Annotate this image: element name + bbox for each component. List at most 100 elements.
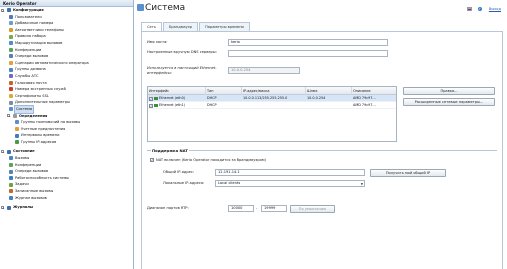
sidebar-item-icon	[9, 67, 13, 72]
sidebar-item[interactable]: Пользователи	[0, 14, 133, 21]
cell-type: DHCP	[207, 96, 217, 100]
sidebar-item-label: Группы IP-адресов	[21, 139, 57, 144]
hostname-input[interactable]: kerio	[228, 39, 388, 46]
network-card-icon	[154, 96, 158, 100]
sidebar-item[interactable]: Дополнительные параметры	[0, 99, 133, 106]
sidebar-item-icon	[9, 28, 13, 33]
sidebar-item-icon	[9, 34, 13, 39]
language-flag-icon[interactable]	[466, 7, 472, 11]
collapse-icon[interactable]: −	[1, 8, 5, 12]
public-ip-input[interactable]: 12.191.14.1	[215, 169, 365, 176]
sidebar-item-label: Дополнительные параметры	[15, 100, 70, 105]
sidebar-item[interactable]: Сценарии автоматического оператора	[0, 60, 133, 67]
sidebar-item[interactable]: Конференции	[0, 162, 133, 169]
sidebar-item[interactable]: Записанные вызовы	[0, 188, 133, 195]
sidebar-item-label: Службы АТС	[15, 73, 39, 78]
sidebar-item[interactable]: Учетные предпочтения	[0, 126, 133, 133]
interface-input[interactable]: 10.0.0.254	[228, 67, 300, 74]
sidebar-item-label: Работоспособность системы	[15, 175, 70, 180]
sidebar-item[interactable]: Службы АТС	[0, 73, 133, 80]
column-header-gateway[interactable]: Шлюз	[306, 87, 352, 95]
sidebar-item-icon	[9, 156, 13, 161]
nat-enabled-checkbox[interactable]: ✓	[150, 158, 154, 162]
get-public-ip-button[interactable]: Получить мой общий IP	[370, 168, 446, 177]
sidebar-item-label: Система	[13, 104, 35, 114]
sidebar-item[interactable]: Очереди вызовов	[0, 168, 133, 175]
sidebar-item-label: Конфигурация	[13, 8, 44, 12]
sidebar-item[interactable]: Конференции	[0, 47, 133, 54]
sidebar-item[interactable]: Правила набора	[0, 33, 133, 40]
advanced-network-button[interactable]: Расширенные сетевые параметры...	[403, 98, 495, 106]
sidebar-group[interactable]: − Конфигурация	[0, 7, 133, 14]
sidebar-item[interactable]: Сертификаты SSL	[0, 93, 133, 100]
sidebar-item[interactable]: Автоответчики телефоны	[0, 27, 133, 34]
sidebar-item-label: Конференции	[15, 47, 42, 52]
row-checkbox[interactable]: ✓	[149, 103, 153, 108]
sidebar-item[interactable]: Голосовая почта	[0, 80, 133, 87]
cell-gateway: 10.0.0.254	[307, 96, 326, 100]
row-checkbox[interactable]: ✓	[149, 96, 153, 101]
sidebar-item-label: Добавочные номера	[15, 21, 54, 26]
sidebar-item-icon	[7, 8, 11, 13]
nat-legend: Поддержка NAT	[151, 148, 189, 153]
collapse-icon[interactable]: −	[1, 150, 5, 154]
column-header-ip[interactable]: IP-адрес/маска	[242, 87, 306, 95]
column-header-interface[interactable]: Интерфейс	[148, 87, 206, 95]
sidebar-item[interactable]: Работоспособность системы	[0, 175, 133, 182]
interface-label: Используется в настоящий Ethernet-интерф…	[147, 66, 217, 75]
tab-time-settings[interactable]: Параметры времени	[199, 22, 250, 31]
sidebar-group[interactable]: − Состояние	[0, 148, 133, 155]
sidebar-item-label: Номера экстренных служб	[15, 87, 66, 92]
sidebar-item-icon	[9, 176, 13, 181]
sidebar-group[interactable]: + Журналы	[0, 204, 133, 211]
sidebar-item-label: Автоответчики телефоны	[15, 27, 64, 32]
rtp-range-label: Диапазон портов RTP:	[147, 206, 189, 210]
sidebar-item[interactable]: Журнал вызовов	[0, 195, 133, 202]
sidebar-item-label: Интервалы времени	[21, 133, 60, 138]
sidebar-item[interactable]: Задачи	[0, 181, 133, 188]
sidebar-group[interactable]: − Определения	[0, 113, 133, 120]
sidebar-item[interactable]: Очереди вызовов	[0, 53, 133, 60]
sidebar-item-icon	[9, 195, 13, 200]
page-title: Система	[145, 3, 186, 13]
table-row[interactable]: ✓ Ethernet (eth0) DHCP 10.0.0.113/255.255…	[148, 95, 396, 102]
rtp-from-input[interactable]: 10000	[228, 205, 254, 212]
sidebar-item[interactable]: Группы IP-адресов	[0, 139, 133, 146]
rtp-to-input[interactable]: 19999	[261, 205, 287, 212]
sidebar-item-icon	[9, 169, 13, 174]
sidebar-item[interactable]: Маршрутизация вызовов	[0, 40, 133, 47]
sidebar-item[interactable]: Система	[0, 104, 133, 114]
cell-gateway	[306, 102, 352, 109]
column-header-description[interactable]: Описание	[352, 87, 398, 95]
tab-firewall[interactable]: Брандмауэр	[162, 22, 199, 31]
dns-input[interactable]	[228, 50, 388, 57]
edit-button[interactable]: Правка...	[403, 87, 495, 95]
column-header-type[interactable]: Тип	[206, 87, 242, 95]
sidebar-item-icon	[9, 189, 13, 194]
sidebar-item-label: Маршрутизация вызовов	[15, 40, 63, 45]
sidebar-item-label: Правила набора	[15, 34, 46, 39]
table-row[interactable]: ✓ Ethernet (eth1) DHCP AMD 79c97...	[148, 102, 396, 109]
cell-interface: ✓ Ethernet (eth0)	[148, 95, 206, 102]
sidebar-item[interactable]: Номера экстренных служб	[0, 86, 133, 93]
sidebar-item-icon	[9, 74, 13, 79]
sidebar-item[interactable]: Добавочные номера	[0, 20, 133, 27]
sidebar-item[interactable]: Интервалы времени	[0, 132, 133, 139]
sidebar-item[interactable]: Вызовы	[0, 155, 133, 162]
sidebar-item-icon	[9, 100, 13, 105]
sidebar-item[interactable]: Группы дозвона	[0, 66, 133, 73]
collapse-icon[interactable]: −	[7, 114, 11, 118]
sidebar-item-icon	[7, 149, 11, 154]
sidebar-item-icon	[9, 80, 13, 85]
default-button[interactable]: По умолчанию	[290, 204, 335, 213]
sidebar-item-icon	[9, 107, 13, 112]
sidebar-item[interactable]: Группы полномочий на вызовы	[0, 119, 133, 126]
expand-icon[interactable]: +	[1, 205, 5, 210]
logout-link[interactable]: Выход	[489, 7, 501, 11]
nat-enabled-label: NAT включен (Kerio Operator находится за…	[156, 157, 266, 162]
help-icon[interactable]: ?	[477, 7, 482, 11]
navigation-sidebar: Kerio Operator − Конфигурация Пользователи…	[0, 0, 134, 269]
sidebar-item-icon	[15, 126, 19, 131]
local-addresses-select[interactable]: Local clients ▼	[215, 180, 365, 187]
rtp-range-dash: -	[256, 206, 258, 210]
